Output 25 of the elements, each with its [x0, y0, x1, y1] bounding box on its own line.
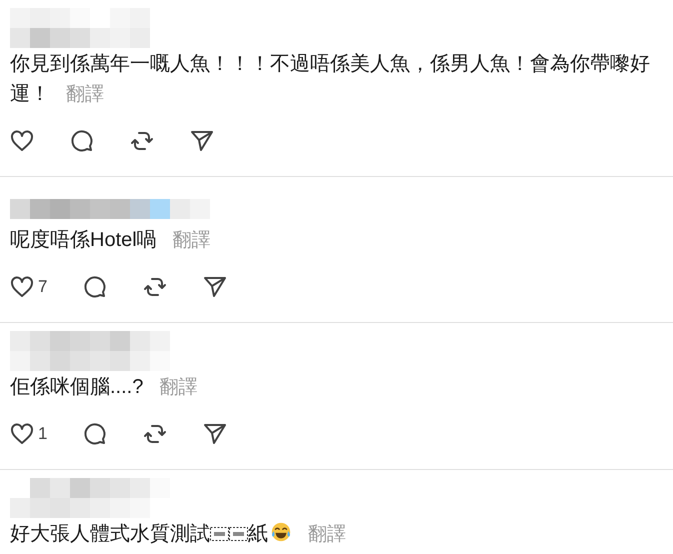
- like-count: 1: [38, 423, 48, 446]
- object-placeholder-icon: [210, 527, 229, 541]
- translate-link[interactable]: 翻譯: [308, 524, 346, 545]
- heart-icon[interactable]: [10, 130, 34, 152]
- like-count: 7: [38, 276, 48, 298]
- comment-icon[interactable]: [83, 275, 108, 299]
- heart-icon[interactable]: [10, 276, 34, 298]
- comment-text: 呢度唔係Hotel喎 翻譯: [10, 228, 212, 253]
- object-placeholder-icon: [229, 527, 248, 541]
- repost-icon[interactable]: [130, 129, 154, 153]
- comment-icon[interactable]: [83, 422, 108, 446]
- comment-text: 你見到係萬年一嘅人魚！！！不過唔係美人魚，係男人魚！會為你帶嚟好運！ 翻譯: [10, 52, 651, 107]
- send-icon[interactable]: [203, 422, 228, 446]
- laughing-tears-emoji-icon: [270, 521, 292, 543]
- repost-icon[interactable]: [143, 275, 168, 299]
- translate-link[interactable]: 翻譯: [159, 377, 198, 398]
- translate-link[interactable]: 翻譯: [66, 84, 104, 105]
- send-icon[interactable]: [190, 129, 214, 153]
- send-icon[interactable]: [203, 275, 228, 299]
- comment-icon[interactable]: [70, 129, 94, 153]
- translate-link[interactable]: 翻譯: [172, 230, 211, 251]
- heart-icon[interactable]: [10, 423, 34, 445]
- comment-text: 佢係咪個腦....? 翻譯: [10, 375, 198, 400]
- repost-icon[interactable]: [143, 422, 168, 446]
- comment-text: 好大張人體式水質測試 紙 翻譯: [10, 520, 347, 547]
